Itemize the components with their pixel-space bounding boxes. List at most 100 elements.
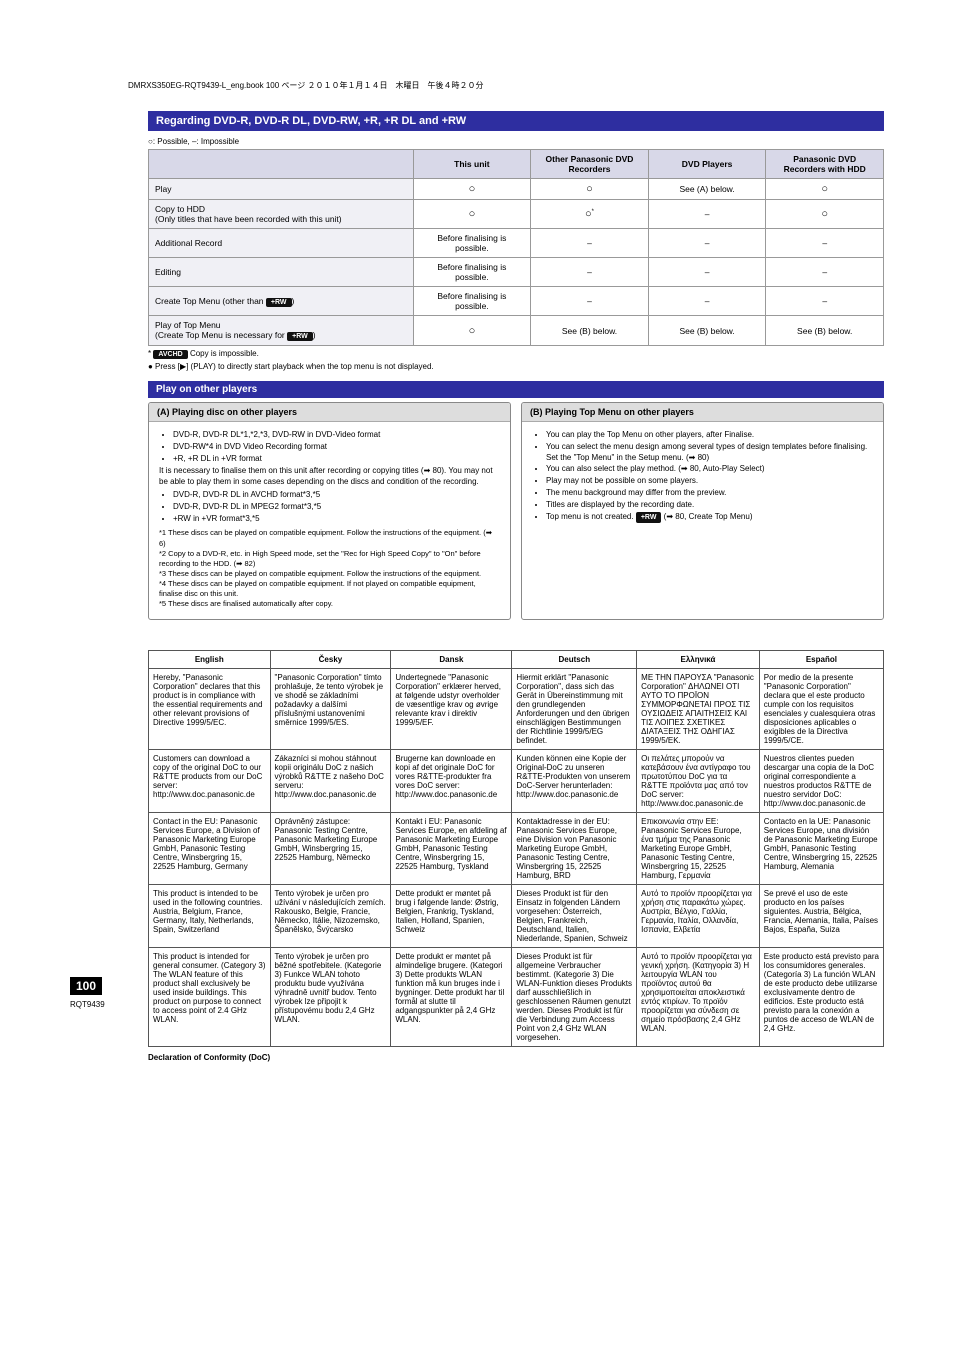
doc-cell: Dieses Produkt ist für allgemeine Verbra… — [512, 948, 637, 1047]
cell: – — [648, 200, 766, 229]
doc-cell: Dieses Produkt ist für den Einsatz in fo… — [512, 885, 637, 948]
cell: See (B) below. — [648, 316, 766, 346]
col-3: DVD Players — [648, 150, 766, 179]
cell: See (A) below. — [648, 179, 766, 200]
doc-cell: Tento výrobek je určen pro běžné spotřeb… — [270, 948, 391, 1047]
doc-cell: Dette produkt er møntet på almindelige b… — [391, 948, 512, 1047]
doc-cell: Oprávněný zástupce: Panasonic Testing Ce… — [270, 813, 391, 885]
cell: ○ — [766, 179, 884, 200]
table1-foot2: ● Press [▶] (PLAY) to directly start pla… — [148, 362, 884, 371]
doc-cell: Hiermit erklärt "Panasonic Corporation",… — [512, 669, 637, 750]
doc-cell: This product is intended to be used in t… — [149, 885, 271, 948]
footnote: *2 Copy to a DVD-R, etc. in High Speed m… — [159, 549, 500, 569]
cell: Before finalising is possible. — [413, 287, 531, 316]
list-item: DVD-R, DVD-R DL*1,*2,*3, DVD-RW in DVD-V… — [173, 430, 500, 441]
doc-cell: Zákazníci si mohou stáhnout kopii origin… — [270, 750, 391, 813]
doc-cell: "Panasonic Corporation" tímto prohlašuje… — [270, 669, 391, 750]
cell: – — [766, 229, 884, 258]
table1-foot1: * AVCHD Copy is impossible. — [148, 349, 884, 359]
lang-header: Česky — [270, 651, 391, 669]
list-item: DVD-R, DVD-R DL in AVCHD format*3,*5 — [173, 490, 500, 501]
section-title-1: Regarding DVD-R, DVD-R DL, DVD-RW, +R, +… — [148, 111, 884, 131]
doc-cell: Kunden können eine Kopie der Original-Do… — [512, 750, 637, 813]
list-item: Play may not be possible on some players… — [546, 476, 873, 487]
doc-cell: Tento výrobek je určen pro užívání v nás… — [270, 885, 391, 948]
doc-cell: Hereby, "Panasonic Corporation" declares… — [149, 669, 271, 750]
list-item: DVD-RW*4 in DVD Video Recording format — [173, 442, 500, 453]
left-footnotes: *1 These discs can be played on compatib… — [159, 528, 500, 609]
footnote: *1 These discs can be played on compatib… — [159, 528, 500, 548]
doc-table: EnglishČeskyDanskDeutschΕλληνικάEspañol … — [148, 650, 884, 1047]
cell: See (B) below. — [766, 316, 884, 346]
row-label: Editing — [149, 258, 414, 287]
col-1: This unit — [413, 150, 531, 179]
cell: – — [531, 258, 649, 287]
box-b: (B) Playing Top Menu on other players Yo… — [521, 402, 884, 620]
doc-cell: Αυτό το προϊόν προορίζεται για χρήση στι… — [637, 885, 760, 948]
list-item: +R, +R DL in +VR format — [173, 454, 500, 465]
list-item: You can play the Top Menu on other playe… — [546, 430, 873, 441]
footnote: *3 These discs can be played on compatib… — [159, 569, 500, 579]
doc-cell: Se prevé el uso de este producto en los … — [759, 885, 883, 948]
cell: – — [648, 258, 766, 287]
footnote: *4 These discs can be played on compatib… — [159, 579, 500, 599]
box-a-title: (A) Playing disc on other players — [149, 403, 510, 422]
doc-cell: Dette produkt er møntet på brug i følgen… — [391, 885, 512, 948]
page-code: RQT9439 — [70, 1000, 105, 1009]
cell: – — [766, 287, 884, 316]
doc-cell: Este producto está previsto para los con… — [759, 948, 883, 1047]
doc-cell: Αυτό το προϊόν προορίζεται για γενική χρ… — [637, 948, 760, 1047]
cell: Before finalising is possible. — [413, 258, 531, 287]
list-item: Titles are displayed by the recording da… — [546, 500, 873, 511]
left-mid: It is necessary to finalise them on this… — [159, 466, 500, 488]
doc-cell: Undertegnede "Panasonic Corporation" erk… — [391, 669, 512, 750]
left-list-1: DVD-R, DVD-R DL*1,*2,*3, DVD-RW in DVD-V… — [159, 430, 500, 464]
footnote: *5 These discs are finalised automatical… — [159, 599, 500, 609]
cell: – — [531, 229, 649, 258]
doc-cell: ΜΕ ΤΗΝ ΠΑΡΟΥΣΑ "Panasonic Corporation" Δ… — [637, 669, 760, 750]
cell: ○ — [413, 200, 531, 229]
cell: ○* — [531, 200, 649, 229]
footer-title: Declaration of Conformity (DoC) — [148, 1053, 884, 1062]
doc-header: DMRXS350EG-RQT9439-L_eng.book 100 ページ ２０… — [128, 80, 884, 91]
row-label: Copy to HDD(Only titles that have been r… — [149, 200, 414, 229]
list-item: DVD-R, DVD-R DL in MPEG2 format*3,*5 — [173, 502, 500, 513]
doc-cell: Por medio de la presente "Panasonic Corp… — [759, 669, 883, 750]
doc-cell: Contacto en la UE: Panasonic Services Eu… — [759, 813, 883, 885]
box-a: (A) Playing disc on other players DVD-R,… — [148, 402, 511, 620]
col-4: Panasonic DVD Recorders with HDD — [766, 150, 884, 179]
cell: Before finalising is possible. — [413, 229, 531, 258]
lang-header: Deutsch — [512, 651, 637, 669]
col-2: Other Panasonic DVD Recorders — [531, 150, 649, 179]
possible-note: ○: Possible, –: Impossible — [148, 137, 884, 146]
right-list: You can play the Top Menu on other playe… — [532, 430, 873, 523]
doc-cell: Kontakt i EU: Panasonic Services Europe,… — [391, 813, 512, 885]
cell: See (B) below. — [531, 316, 649, 346]
section-title-2: Play on other players — [148, 381, 884, 398]
cell: ○ — [531, 179, 649, 200]
row-label: Play — [149, 179, 414, 200]
compatibility-table: This unit Other Panasonic DVD Recorders … — [148, 149, 884, 346]
cell: – — [648, 229, 766, 258]
box-b-title: (B) Playing Top Menu on other players — [522, 403, 883, 422]
lang-header: Ελληνικά — [637, 651, 760, 669]
cell: ○ — [413, 316, 531, 346]
doc-cell: Nuestros clientes pueden descargar una c… — [759, 750, 883, 813]
cell: – — [531, 287, 649, 316]
doc-cell: Kontaktadresse in der EU: Panasonic Serv… — [512, 813, 637, 885]
row-label: Play of Top Menu(Create Top Menu is nece… — [149, 316, 414, 346]
doc-cell: Επικοινωνία στην ΕΕ: Panasonic Services … — [637, 813, 760, 885]
cell: ○ — [413, 179, 531, 200]
lang-header: English — [149, 651, 271, 669]
list-item: You can select the menu design among sev… — [546, 442, 873, 464]
lang-header: Español — [759, 651, 883, 669]
list-item: +RW in +VR format*3,*5 — [173, 514, 500, 525]
doc-cell: Contact in the EU: Panasonic Services Eu… — [149, 813, 271, 885]
row-label: Create Top Menu (other than +RW) — [149, 287, 414, 316]
doc-cell: Customers can download a copy of the ori… — [149, 750, 271, 813]
left-list-2: DVD-R, DVD-R DL in AVCHD format*3,*5DVD-… — [159, 490, 500, 524]
doc-cell: Οι πελάτες μπορούν να κατεβάσουν ένα αντ… — [637, 750, 760, 813]
row-label: Additional Record — [149, 229, 414, 258]
page-number: 100 — [70, 977, 102, 995]
cell: – — [648, 287, 766, 316]
